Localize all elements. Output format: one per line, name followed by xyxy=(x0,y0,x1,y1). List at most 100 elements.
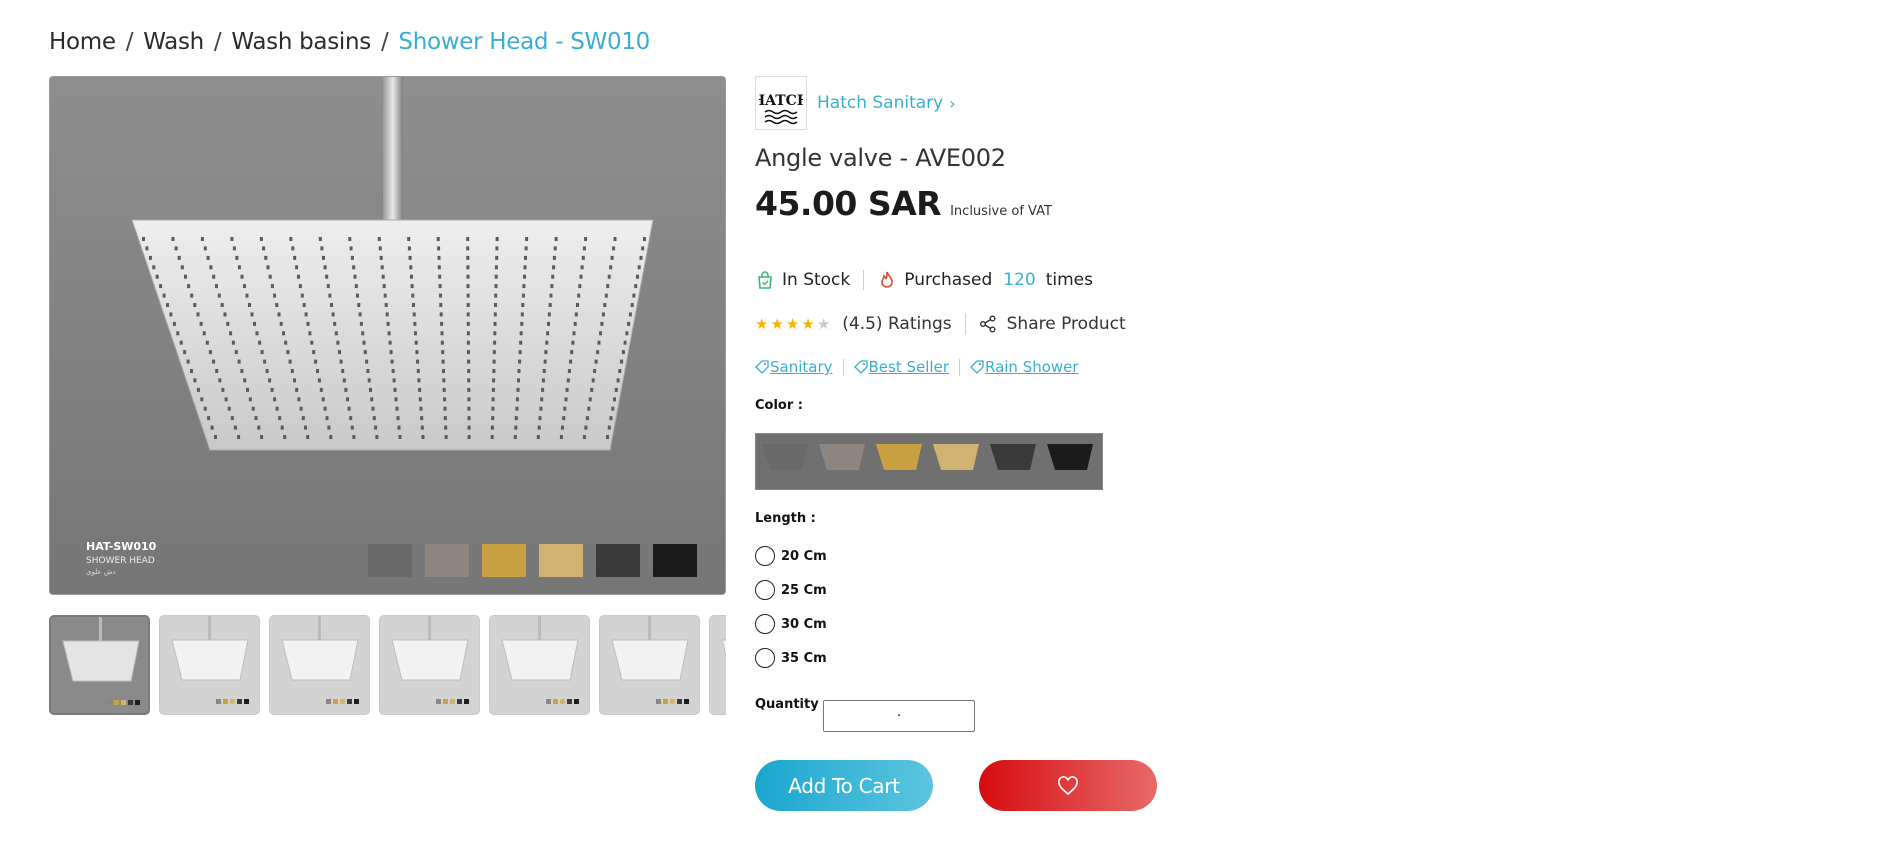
brand-logo[interactable]: HATCH xyxy=(755,76,807,130)
color-variant-thumb xyxy=(819,444,865,470)
color-variant-thumb xyxy=(1047,444,1093,470)
radio-button[interactable] xyxy=(755,648,775,668)
star-icon: ★ xyxy=(785,314,800,333)
product-price: 45.00 SAR xyxy=(755,184,942,223)
purchased-count: 120 xyxy=(1003,270,1036,290)
rating-stars: ★ ★ ★ ★ ★ xyxy=(755,314,831,333)
wishlist-button[interactable] xyxy=(979,760,1157,811)
color-variant-thumb xyxy=(933,444,979,470)
finish-swatch xyxy=(482,544,526,577)
tags-row: Sanitary Best Seller Rain Shower xyxy=(755,355,1079,379)
thumbnail-image xyxy=(600,616,699,714)
length-option-30[interactable]: 30 Cm xyxy=(755,613,827,635)
stock-row: In Stock Purchased 120 times xyxy=(755,266,1093,294)
length-option-25[interactable]: 25 Cm xyxy=(755,579,827,601)
length-option-label: 30 Cm xyxy=(781,616,827,632)
stock-status: In Stock xyxy=(782,270,851,290)
quantity-input[interactable] xyxy=(823,700,975,732)
thumbnail-6[interactable] xyxy=(599,615,700,715)
vat-note: Inclusive of VAT xyxy=(950,204,1052,219)
share-icon xyxy=(979,315,996,333)
length-option-label: 35 Cm xyxy=(781,650,827,666)
rating-label: (4.5) Ratings xyxy=(842,314,952,334)
thumbnail-1[interactable] xyxy=(49,615,150,715)
tag-icon xyxy=(970,360,984,374)
finish-swatch xyxy=(368,544,412,577)
chevron-right-icon: › xyxy=(949,93,956,113)
add-to-cart-button[interactable]: Add To Cart xyxy=(755,760,933,811)
length-option-label: 20 Cm xyxy=(781,548,827,564)
tag-label: Best Seller xyxy=(868,358,949,376)
thumbnail-image xyxy=(710,616,726,714)
finish-swatch xyxy=(539,544,583,577)
tag-icon xyxy=(755,360,769,374)
color-variant-thumb xyxy=(876,444,922,470)
rating-row: ★ ★ ★ ★ ★ (4.5) Ratings Share Product xyxy=(755,309,1126,339)
thumbnail-image xyxy=(51,617,148,713)
breadcrumb-separator: / xyxy=(125,29,134,55)
heart-icon xyxy=(1058,775,1078,795)
breadcrumb: Home / Wash / Wash basins / Shower Head … xyxy=(49,24,650,60)
divider xyxy=(958,358,960,376)
hatch-logo-icon: HATCH xyxy=(759,93,803,125)
breadcrumb-wash[interactable]: Wash xyxy=(143,29,204,55)
brand-link[interactable]: Hatch Sanitary › xyxy=(817,93,956,113)
thumbnail-image xyxy=(160,616,259,714)
color-option-swatch[interactable] xyxy=(755,433,1103,490)
brand-row: HATCH Hatch Sanitary › xyxy=(755,76,956,130)
share-label: Share Product xyxy=(1006,314,1126,334)
thumbnail-image xyxy=(490,616,589,714)
star-icon: ★ xyxy=(755,314,769,333)
divider xyxy=(842,358,844,376)
thumbnail-5[interactable] xyxy=(489,615,590,715)
breadcrumb-separator: / xyxy=(213,29,222,55)
svg-text:HATCH: HATCH xyxy=(759,93,803,109)
fire-icon xyxy=(881,271,894,288)
color-variant-thumb xyxy=(990,444,1036,470)
thumbnail-strip xyxy=(49,615,726,716)
finish-swatch xyxy=(425,544,469,577)
thumbnail-3[interactable] xyxy=(269,615,370,715)
times-label: times xyxy=(1045,270,1093,290)
image-caption-name: SHOWER HEAD xyxy=(86,556,155,566)
price-row: 45.00 SAR Inclusive of VAT xyxy=(755,184,1052,223)
share-product-button[interactable]: Share Product xyxy=(979,314,1126,334)
length-option-35[interactable]: 35 Cm xyxy=(755,647,827,669)
shower-head-illustration: HAT-SW010 SHOWER HEAD دش علوي xyxy=(50,77,725,594)
divider xyxy=(863,270,865,290)
breadcrumb-current: Shower Head - SW010 xyxy=(398,29,650,55)
length-option-label: 25 Cm xyxy=(781,582,827,598)
tag-link[interactable]: Rain Shower xyxy=(970,358,1079,376)
thumbnail-image xyxy=(380,616,479,714)
purchased-label: Purchased xyxy=(904,270,993,290)
tag-link[interactable]: Best Seller xyxy=(853,358,949,376)
tag-icon xyxy=(853,360,868,374)
length-label: Length : xyxy=(755,511,816,526)
product-title: Angle valve - AVE002 xyxy=(755,144,1006,172)
image-caption-code: HAT-SW010 xyxy=(86,540,157,553)
color-variants-image xyxy=(756,434,1102,489)
breadcrumb-home[interactable]: Home xyxy=(49,29,116,55)
divider xyxy=(964,313,966,335)
thumbnail-7[interactable] xyxy=(709,615,726,715)
finish-swatch xyxy=(596,544,640,577)
thumbnail-image xyxy=(270,616,369,714)
main-product-image[interactable]: HAT-SW010 SHOWER HEAD دش علوي xyxy=(49,76,726,595)
brand-name: Hatch Sanitary xyxy=(817,93,944,113)
color-variant-thumb xyxy=(762,444,808,470)
thumbnail-4[interactable] xyxy=(379,615,480,715)
radio-button[interactable] xyxy=(755,614,775,634)
radio-button[interactable] xyxy=(755,546,775,566)
tag-label: Rain Shower xyxy=(984,358,1079,376)
shopping-bag-icon xyxy=(758,271,772,289)
radio-button[interactable] xyxy=(755,580,775,600)
tag-label: Sanitary xyxy=(770,358,833,376)
star-icon: ★ xyxy=(770,314,784,333)
star-icon: ★ xyxy=(801,314,815,333)
length-option-20[interactable]: 20 Cm xyxy=(755,545,827,567)
quantity-label: Quantity xyxy=(755,697,819,712)
thumbnail-2[interactable] xyxy=(159,615,260,715)
breadcrumb-wash-basins[interactable]: Wash basins xyxy=(231,29,371,55)
tag-link[interactable]: Sanitary xyxy=(755,358,833,376)
star-icon: ★ xyxy=(816,314,831,333)
